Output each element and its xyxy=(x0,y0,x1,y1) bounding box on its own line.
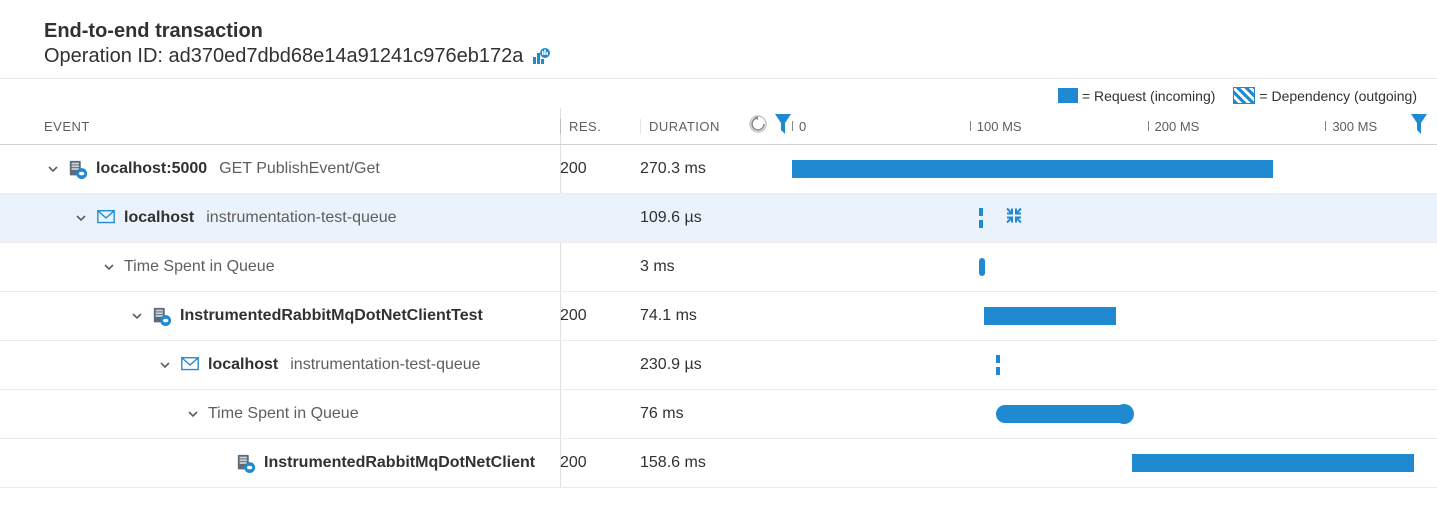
duration-bar xyxy=(996,405,1131,423)
row-duration: 3 ms xyxy=(640,258,780,276)
chevron-down-icon[interactable] xyxy=(184,405,202,423)
transaction-row[interactable]: localhost instrumentation-test-queue 230.9… xyxy=(0,341,1437,390)
chevron-down-icon[interactable] xyxy=(156,356,174,374)
duration-bar xyxy=(979,258,985,276)
row-name: InstrumentedRabbitMqDotNetClientTest xyxy=(180,307,483,325)
queue-icon xyxy=(180,355,200,375)
row-duration: 230.9 µs xyxy=(640,356,780,374)
row-detail: instrumentation-test-queue xyxy=(206,209,396,227)
legend-request-label: = Request (incoming) xyxy=(1082,88,1215,104)
timeline-tick: 300 MS xyxy=(1325,108,1377,144)
row-response-code: 200 xyxy=(560,454,640,472)
row-detail: Time Spent in Queue xyxy=(208,405,359,423)
transaction-row[interactable]: localhost instrumentation-test-queue 109.6… xyxy=(0,194,1437,243)
chevron-down-icon[interactable] xyxy=(100,258,118,276)
collapse-icon[interactable] xyxy=(1005,207,1023,230)
transaction-row[interactable]: InstrumentedRabbitMqDotNetClient 200158.6… xyxy=(0,439,1437,488)
legend-request-swatch xyxy=(1058,88,1078,103)
row-timeline xyxy=(780,292,1420,340)
server-icon xyxy=(152,306,172,326)
transaction-row[interactable]: InstrumentedRabbitMqDotNetClientTest 2007… xyxy=(0,292,1437,341)
chevron-down-icon[interactable] xyxy=(72,209,90,227)
duration-bar xyxy=(979,208,983,228)
row-timeline xyxy=(780,194,1420,242)
transaction-row[interactable]: Time Spent in Queue 76 ms xyxy=(0,390,1437,439)
filter-start-icon[interactable] xyxy=(774,113,792,135)
chevron-down-icon[interactable] xyxy=(44,160,62,178)
row-timeline xyxy=(780,341,1420,389)
row-detail: instrumentation-test-queue xyxy=(290,356,480,374)
row-name: localhost xyxy=(208,356,278,374)
row-timeline xyxy=(780,390,1420,438)
filter-end-icon[interactable] xyxy=(1410,113,1428,135)
queue-icon xyxy=(96,208,116,228)
row-duration: 270.3 ms xyxy=(640,160,780,178)
legend-dependency: = Dependency (outgoing) xyxy=(1233,87,1417,104)
legend-dependency-label: = Dependency (outgoing) xyxy=(1259,88,1417,104)
row-name: InstrumentedRabbitMqDotNetClient xyxy=(264,454,535,472)
server-icon xyxy=(236,453,256,473)
timeline-tick: 100 MS xyxy=(970,108,1022,144)
row-detail: Time Spent in Queue xyxy=(124,258,275,276)
duration-bar xyxy=(996,355,1000,375)
timeline-tick: 0 xyxy=(792,108,806,144)
refresh-icon[interactable] xyxy=(748,114,768,139)
operation-id-value: ad370ed7dbd68e14a91241c976eb172a xyxy=(169,45,524,68)
row-duration: 74.1 ms xyxy=(640,307,780,325)
row-response-code: 200 xyxy=(560,160,640,178)
duration-bar xyxy=(1132,454,1414,472)
col-event[interactable]: EVENT xyxy=(0,119,560,134)
chevron-down-icon[interactable] xyxy=(128,307,146,325)
row-duration: 76 ms xyxy=(640,405,780,423)
legend-request: = Request (incoming) xyxy=(1058,88,1215,104)
legend-dependency-swatch xyxy=(1233,87,1255,104)
row-name: localhost:5000 xyxy=(96,160,207,178)
row-timeline xyxy=(780,439,1420,487)
row-duration: 109.6 µs xyxy=(640,209,780,227)
col-res[interactable]: RES. xyxy=(560,119,640,134)
row-duration: 158.6 ms xyxy=(640,454,780,472)
row-timeline xyxy=(780,145,1420,193)
duration-bar xyxy=(792,160,1273,178)
duration-bar xyxy=(984,307,1116,325)
transaction-row[interactable]: localhost:5000 GET PublishEvent/Get 200270… xyxy=(0,145,1437,194)
operation-id-label: Operation ID: xyxy=(44,45,163,68)
transaction-row[interactable]: Time Spent in Queue 3 ms xyxy=(0,243,1437,292)
server-icon xyxy=(68,159,88,179)
page-title: End-to-end transaction xyxy=(44,20,1417,43)
row-response-code: 200 xyxy=(560,307,640,325)
app-insights-icon[interactable] xyxy=(531,47,551,67)
row-timeline xyxy=(780,243,1420,291)
row-name: localhost xyxy=(124,209,194,227)
timeline-tick: 200 MS xyxy=(1148,108,1200,144)
row-detail: GET PublishEvent/Get xyxy=(219,160,380,178)
